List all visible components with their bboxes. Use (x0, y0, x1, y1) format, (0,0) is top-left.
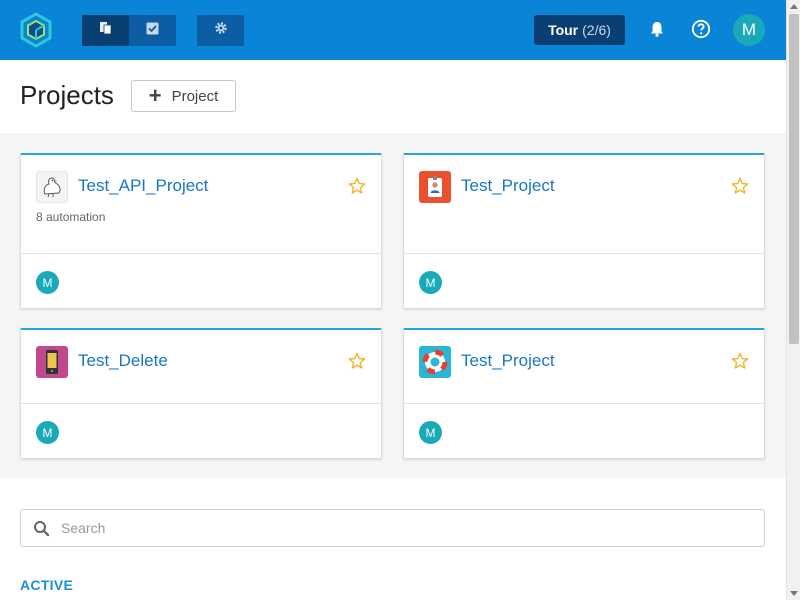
mobile-phone-icon (36, 346, 68, 378)
tour-button[interactable]: Tour (2/6) (534, 15, 625, 45)
tour-progress: (2/6) (582, 22, 611, 38)
member-avatar[interactable]: M (36, 271, 59, 294)
section-label-active: ACTIVE (20, 577, 74, 593)
question-circle-icon[interactable] (690, 18, 712, 40)
star-icon[interactable] (731, 352, 749, 370)
scrollbar-thumb[interactable] (789, 14, 799, 344)
star-icon[interactable] (348, 352, 366, 370)
plus-icon: + (148, 83, 162, 108)
card-divider (21, 403, 381, 404)
search-box (20, 509, 765, 547)
star-icon[interactable] (731, 177, 749, 195)
project-meta: 8 automation (36, 210, 106, 224)
project-grid: Test_API_Project 8 automation M Test_Pro… (0, 133, 786, 478)
project-card[interactable]: Test_Project M (403, 153, 765, 309)
card-divider (404, 403, 764, 404)
id-badge-icon (419, 171, 451, 203)
user-avatar[interactable]: M (733, 14, 765, 46)
top-navigation-bar: Tour (2/6) M (0, 0, 786, 60)
star-icon[interactable] (348, 177, 366, 195)
nav-tasks-button[interactable] (129, 15, 176, 46)
page-scrollbar[interactable] (786, 0, 800, 600)
project-name[interactable]: Test_Project (461, 351, 555, 371)
checkbox-icon (146, 22, 159, 40)
gear-icon (214, 21, 228, 40)
add-project-label: Project (171, 87, 219, 105)
project-name[interactable]: Test_Delete (78, 351, 168, 371)
search-icon (33, 520, 50, 537)
project-card[interactable]: Test_Delete M (20, 328, 382, 459)
scroll-down-arrow-icon[interactable] (790, 591, 798, 596)
member-avatar[interactable]: M (419, 271, 442, 294)
add-project-button[interactable]: + Project (131, 80, 236, 112)
project-name[interactable]: Test_Project (461, 176, 555, 196)
pigeon-icon (36, 171, 68, 203)
nav-projects-button[interactable] (82, 15, 129, 46)
tour-label: Tour (548, 22, 579, 38)
settings-button[interactable] (197, 15, 244, 46)
card-divider (21, 253, 381, 254)
page-title: Projects (20, 80, 114, 110)
lifebuoy-icon (419, 346, 451, 378)
scroll-up-arrow-icon[interactable] (790, 4, 798, 9)
bell-icon[interactable] (646, 18, 668, 40)
search-input[interactable] (61, 511, 751, 545)
card-divider (404, 253, 764, 254)
documents-icon (99, 21, 113, 40)
main-nav-group (82, 15, 176, 46)
project-card[interactable]: Test_Project M (403, 328, 765, 459)
project-card[interactable]: Test_API_Project 8 automation M (20, 153, 382, 309)
member-avatar[interactable]: M (419, 421, 442, 444)
member-avatar[interactable]: M (36, 421, 59, 444)
hexagon-logo-icon[interactable] (18, 12, 54, 48)
project-name[interactable]: Test_API_Project (78, 176, 208, 196)
